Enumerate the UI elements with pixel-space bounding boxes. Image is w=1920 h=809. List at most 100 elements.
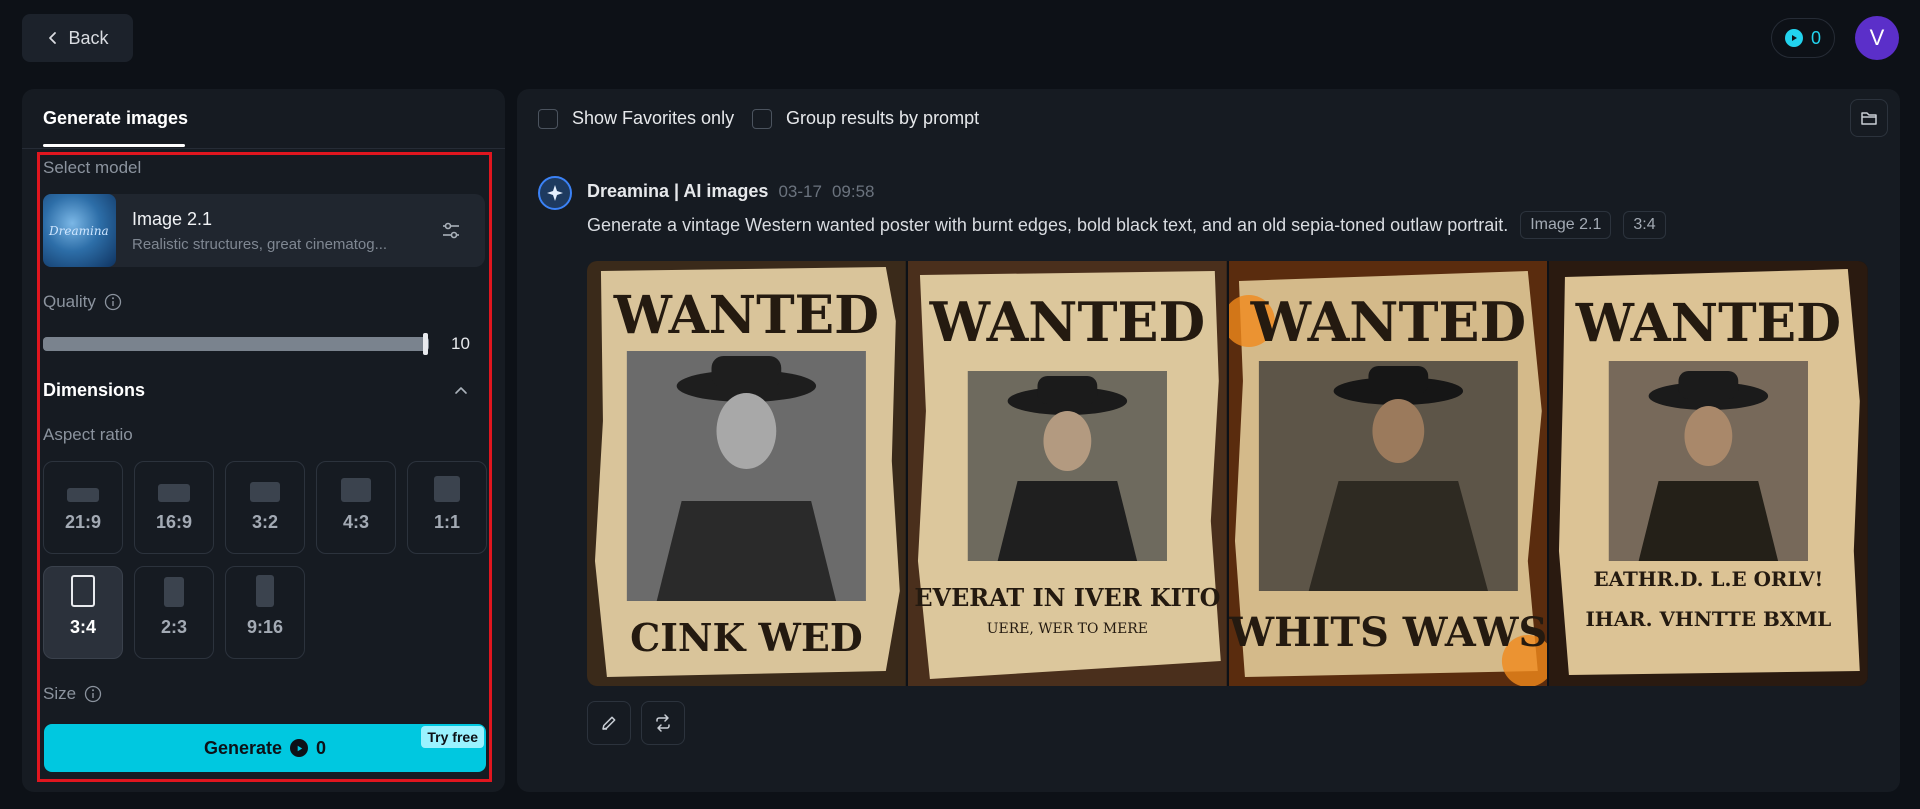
ratio-label: 9:16 — [246, 617, 284, 637]
ratio-21-9[interactable]: 21:9 — [43, 461, 123, 554]
poster-footer: EATHR.D. L.E ORLV! — [1594, 567, 1824, 591]
credit-coin-icon — [1784, 29, 1803, 47]
generate-label: Generate — [203, 737, 283, 758]
message-date: 03-17 — [778, 182, 822, 201]
ratio-21-9-shape — [67, 488, 99, 502]
regenerate-button[interactable] — [641, 701, 685, 745]
ratio-3-4-shape — [71, 575, 95, 607]
group-results-label: Group results by prompt — [786, 108, 980, 128]
select-model-text: Select model — [43, 158, 142, 177]
message-header: Dreamina | AI images 03-17 09:58 — [587, 181, 874, 202]
chevron-up-icon[interactable] — [453, 383, 469, 399]
prompt-text: Generate a vintage Western wanted poster… — [587, 214, 1509, 235]
ratio-label: 21:9 — [64, 512, 102, 532]
ratio-2-3[interactable]: 2:3 — [134, 566, 214, 659]
model-selector[interactable]: Dreamina Image 2.1 Realistic structures,… — [43, 194, 485, 267]
model-name: Image 2.1 — [132, 208, 213, 229]
result-image-2[interactable]: WANTED EVERAT IN IVER KITO UERE, WER TO … — [907, 261, 1227, 686]
avatar[interactable]: V — [1855, 16, 1899, 60]
poster-footer: WHITS WAWS — [1229, 610, 1547, 656]
model-thumb-text: Dreamina — [49, 224, 109, 238]
ratio-label: 2:3 — [160, 617, 187, 637]
ratio-label: 1:1 — [433, 512, 460, 532]
quality-text: Quality — [43, 292, 96, 311]
ratio-tag[interactable]: 3:4 — [1623, 211, 1666, 239]
poster-headline: WANTED — [1249, 290, 1525, 354]
quality-slider[interactable] — [43, 337, 429, 351]
size-text: Size — [43, 684, 77, 703]
dimensions-title[interactable]: Dimensions — [43, 380, 145, 401]
group-results-checkbox[interactable] — [752, 108, 772, 129]
avatar-initial: V — [1869, 25, 1885, 50]
message-time: 09:58 — [831, 182, 875, 201]
edit-button[interactable] — [587, 701, 631, 745]
poster-subtitle: UERE, WER TO MERE — [987, 621, 1148, 637]
ratio-3-2-shape — [250, 482, 280, 502]
ratio-2-3-shape — [164, 577, 184, 607]
show-favorites-label: Show Favorites only — [572, 108, 735, 128]
results-panel: Show Favorites only Group results by pro… — [517, 89, 1900, 792]
folder-button[interactable] — [1850, 99, 1888, 137]
dreamina-logo-icon — [538, 176, 572, 210]
poster-footer: CINK WED — [630, 615, 863, 660]
aspect-ratio-text: Aspect ratio — [43, 425, 133, 444]
poster-subtitle: IHAR. VHNTTE BXML — [1586, 607, 1832, 631]
show-favorites-toggle[interactable]: Show Favorites only — [538, 108, 734, 129]
ratio-label: 3:2 — [251, 512, 278, 532]
result-image-3[interactable]: WANTED WHITS WAWS — [1228, 261, 1548, 686]
model-tag[interactable]: Image 2.1 — [1520, 211, 1612, 239]
message-author: Dreamina | AI images — [587, 181, 769, 201]
panel-tabbar: Generate images — [22, 89, 505, 149]
poster-footer: EVERAT IN IVER KITO — [914, 584, 1220, 612]
ratio-16-9-shape — [158, 484, 190, 502]
credits-count: 0 — [1810, 27, 1821, 48]
repeat-icon — [656, 714, 670, 732]
image-results-gallery: WANTED CINK WED WANTED EVERAT IN IVER KI… — [587, 261, 1868, 686]
tab-generate-images[interactable]: Generate images — [43, 108, 188, 129]
group-results-toggle[interactable]: Group results by prompt — [752, 108, 979, 129]
poster-headline: WANTED — [928, 290, 1204, 354]
generate-panel: Generate images Select model Dreamina Im… — [22, 89, 505, 792]
info-icon[interactable] — [84, 685, 102, 703]
folder-icon — [1861, 112, 1877, 125]
poster-headline: WANTED — [613, 285, 879, 346]
generate-cost: 0 — [316, 737, 327, 758]
model-description: Realistic structures, great cinematog... — [132, 235, 388, 253]
ratio-1-1[interactable]: 1:1 — [407, 461, 487, 554]
back-button[interactable]: Back — [22, 14, 133, 62]
sliders-settings-icon[interactable] — [439, 219, 463, 243]
result-image-1[interactable]: WANTED CINK WED — [587, 261, 906, 686]
credit-coin-icon — [290, 739, 309, 757]
quality-slider-fill — [43, 337, 429, 351]
aspect-ratio-label: Aspect ratio — [43, 425, 133, 445]
back-label: Back — [68, 27, 109, 48]
ratio-4-3-shape — [341, 478, 371, 502]
ratio-label: 16:9 — [155, 512, 193, 532]
quality-slider-handle[interactable] — [423, 333, 428, 355]
credits-badge[interactable]: 0 — [1771, 18, 1835, 58]
size-label: Size — [43, 684, 102, 704]
ratio-16-9[interactable]: 16:9 — [134, 461, 214, 554]
chevron-left-icon — [49, 32, 57, 44]
ratio-1-1-shape — [434, 476, 460, 502]
result-image-4[interactable]: WANTED EATHR.D. L.E ORLV! IHAR. VHNTTE B… — [1549, 261, 1868, 686]
pencil-icon — [602, 716, 616, 730]
ratio-9-16[interactable]: 9:16 — [225, 566, 305, 659]
prompt-row: Generate a vintage Western wanted poster… — [587, 211, 1666, 239]
ratio-label: 3:4 — [69, 617, 96, 637]
select-model-label: Select model — [43, 158, 141, 178]
model-info: Image 2.1 Realistic structures, great ci… — [132, 209, 439, 253]
ratio-label: 4:3 — [342, 512, 369, 532]
generate-button[interactable]: Generate 0 Try free — [44, 724, 486, 772]
info-icon[interactable] — [104, 293, 122, 311]
quality-value: 10 — [451, 334, 470, 353]
show-favorites-checkbox[interactable] — [538, 108, 558, 129]
model-thumbnail: Dreamina — [43, 194, 116, 267]
tab-underline — [43, 144, 185, 147]
ratio-3-2[interactable]: 3:2 — [225, 461, 305, 554]
ratio-3-4[interactable]: 3:4 — [43, 566, 123, 659]
ratio-9-16-shape — [256, 575, 274, 607]
try-free-badge: Try free — [421, 726, 484, 748]
ratio-4-3[interactable]: 4:3 — [316, 461, 396, 554]
quality-label: Quality — [43, 292, 122, 312]
